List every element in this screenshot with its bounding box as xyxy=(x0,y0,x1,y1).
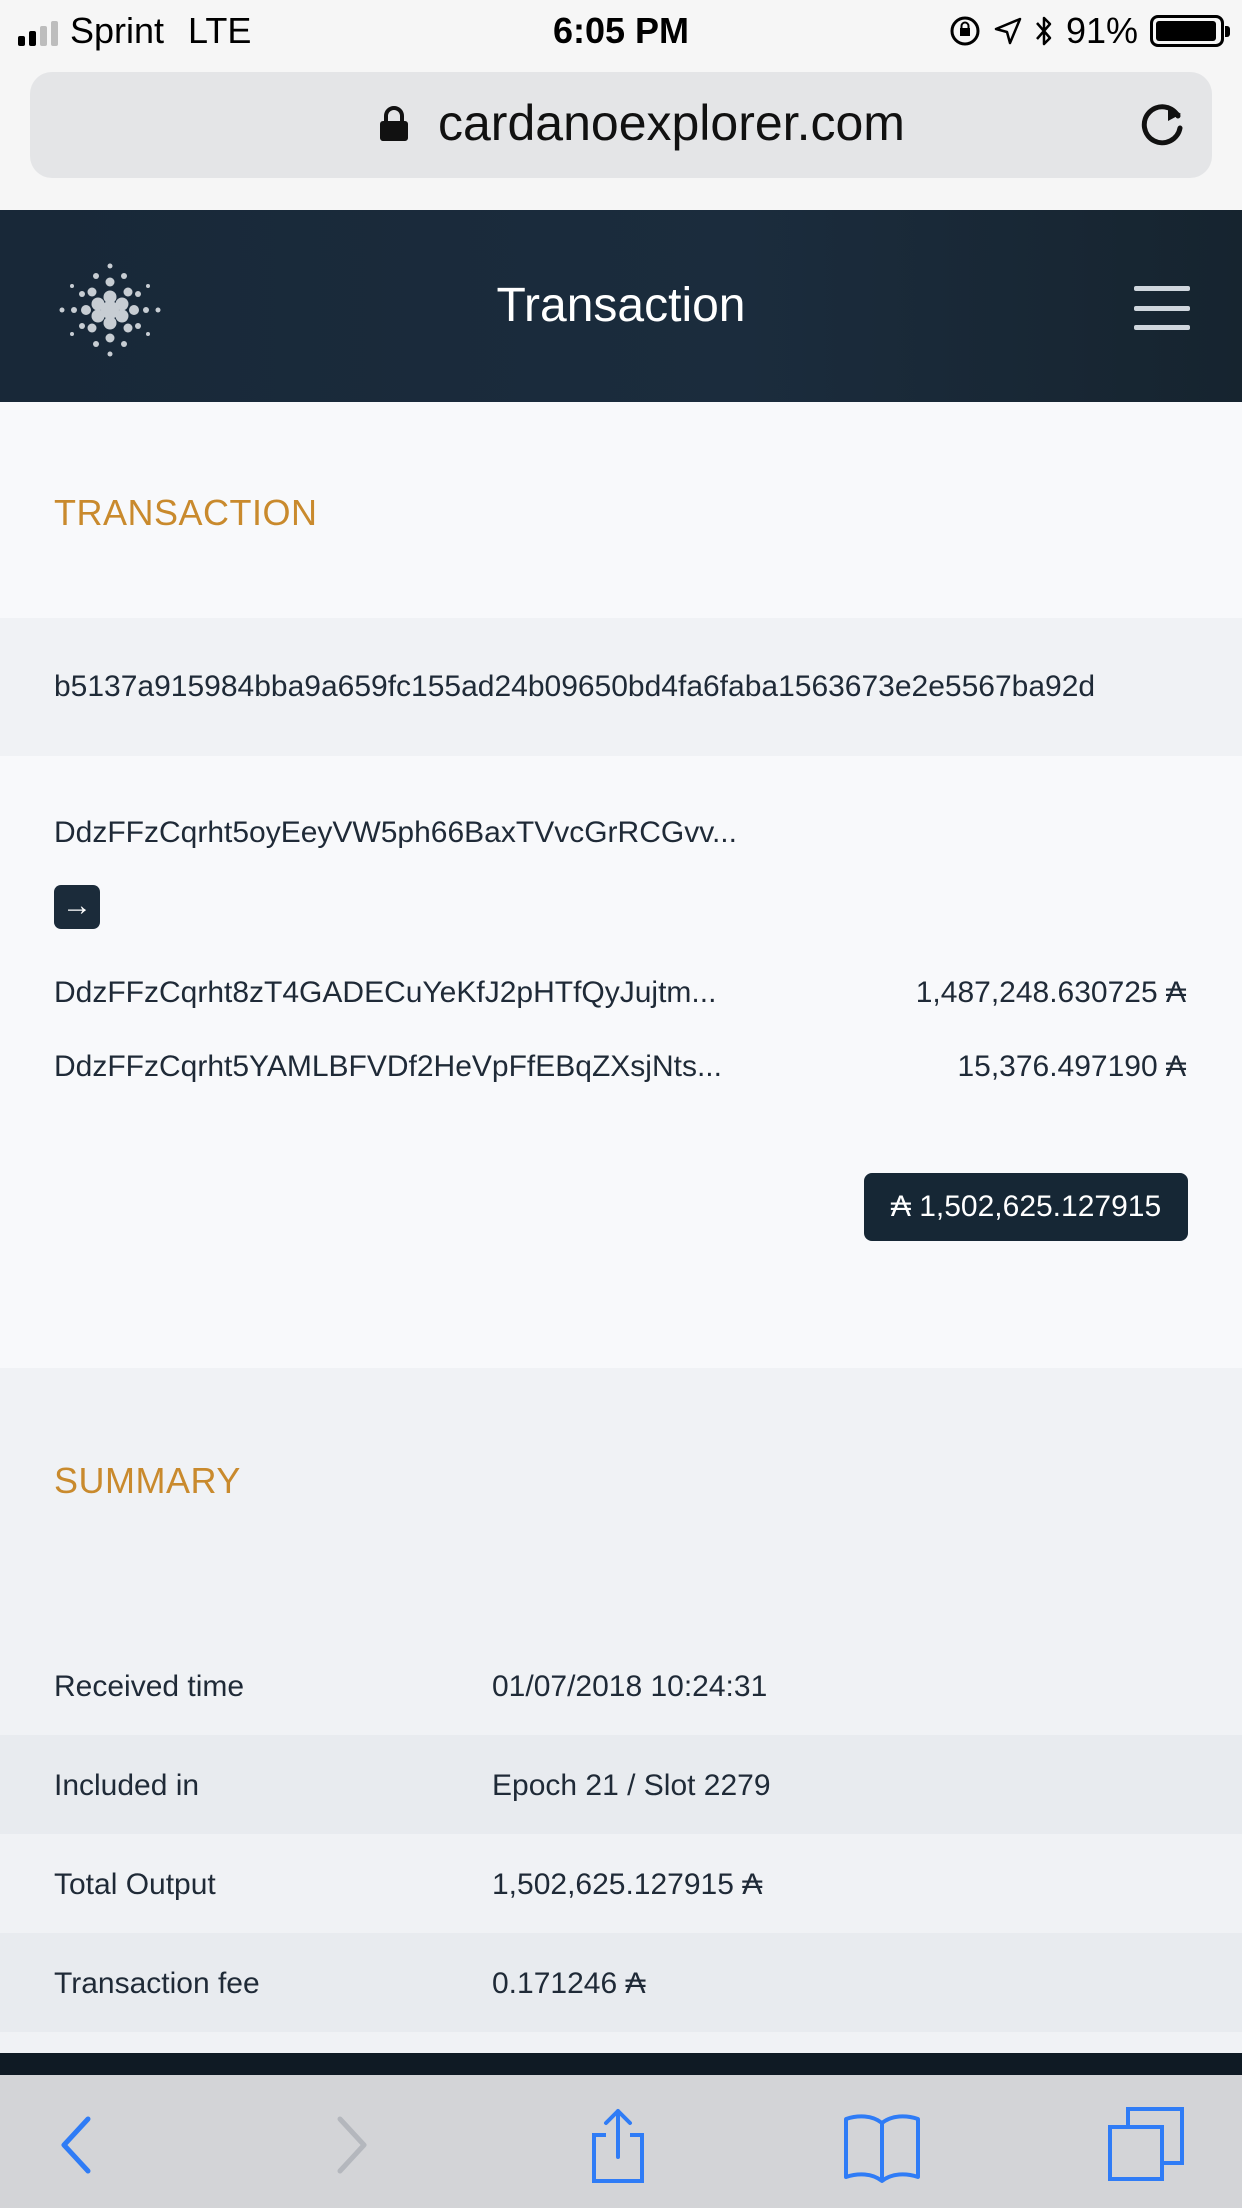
lock-icon xyxy=(380,106,408,141)
battery-icon xyxy=(1150,15,1230,47)
location-icon xyxy=(994,17,1022,45)
site-footer-edge xyxy=(0,2053,1242,2075)
status-bar: Sprint LTE 6:05 PM 91% xyxy=(0,0,1242,62)
site-header: Transaction xyxy=(0,210,1242,402)
output-address-2[interactable]: DdzFFzCqrht5YAMLBFVDf2HeVpFfEBqZXsjNts..… xyxy=(54,1050,722,1084)
total-amount-badge: ₳ 1,502,625.127915 xyxy=(864,1173,1188,1241)
transaction-section-title: TRANSACTION xyxy=(54,492,318,533)
rotation-lock-icon xyxy=(950,16,980,46)
summary-section: SUMMARY Received time 01/07/2018 10:24:3… xyxy=(0,1368,1242,2053)
summary-value-epoch-link[interactable]: Epoch 21 / Slot 2279 xyxy=(492,1769,771,1803)
summary-value: 0.171246 ₳ xyxy=(492,1967,646,2000)
browser-bar: cardanoexplorer.com xyxy=(0,62,1242,210)
summary-row-transaction-fee: Transaction fee 0.171246 ₳ xyxy=(0,1933,1242,2032)
menu-icon[interactable] xyxy=(1134,286,1190,330)
arrow-right-icon: → xyxy=(54,885,100,929)
transaction-hash-band: b5137a915984bba9a659fc155ad24b09650bd4fa… xyxy=(0,618,1242,756)
back-icon[interactable] xyxy=(38,2105,118,2185)
page-title: Transaction xyxy=(496,279,746,332)
output-amount-2: 15,376.497190 ₳ xyxy=(957,1050,1186,1083)
status-right: 91% xyxy=(948,10,1230,52)
summary-value: 1,502,625.127915 ₳ xyxy=(492,1868,763,1901)
share-icon[interactable] xyxy=(578,2105,658,2185)
summary-label: Received time xyxy=(54,1670,245,1703)
battery-percent: 91% xyxy=(1065,10,1138,51)
summary-value: 01/07/2018 10:24:31 xyxy=(492,1670,768,1703)
browser-toolbar xyxy=(0,2075,1242,2208)
bookmarks-icon[interactable] xyxy=(842,2105,922,2185)
forward-icon[interactable] xyxy=(310,2105,390,2185)
transaction-hash: b5137a915984bba9a659fc155ad24b09650bd4fa… xyxy=(54,670,1096,703)
output-address-1[interactable]: DdzFFzCqrht8zT4GADECuYeKfJ2pHTfQyJujtm..… xyxy=(54,976,716,1010)
summary-row-included-in: Included in Epoch 21 / Slot 2279 xyxy=(0,1735,1242,1834)
summary-row-total-output: Total Output 1,502,625.127915 ₳ xyxy=(0,1834,1242,1933)
tabs-icon[interactable] xyxy=(1106,2105,1186,2185)
address-bar[interactable]: cardanoexplorer.com xyxy=(30,72,1212,178)
summary-section-title: SUMMARY xyxy=(54,1460,241,1501)
summary-label: Transaction fee xyxy=(54,1967,260,2000)
bluetooth-icon xyxy=(1035,16,1052,46)
summary-label: Included in xyxy=(54,1769,200,1802)
output-amount-1: 1,487,248.630725 ₳ xyxy=(915,976,1186,1009)
reload-icon[interactable] xyxy=(1138,100,1188,150)
summary-row-received-time: Received time 01/07/2018 10:24:31 xyxy=(0,1636,1242,1735)
url-text[interactable]: cardanoexplorer.com xyxy=(438,94,905,152)
input-address[interactable]: DdzFFzCqrht5oyEeyVW5ph66BaxTVvcGrRCGvv..… xyxy=(54,816,737,850)
summary-label: Total Output xyxy=(54,1868,216,1901)
